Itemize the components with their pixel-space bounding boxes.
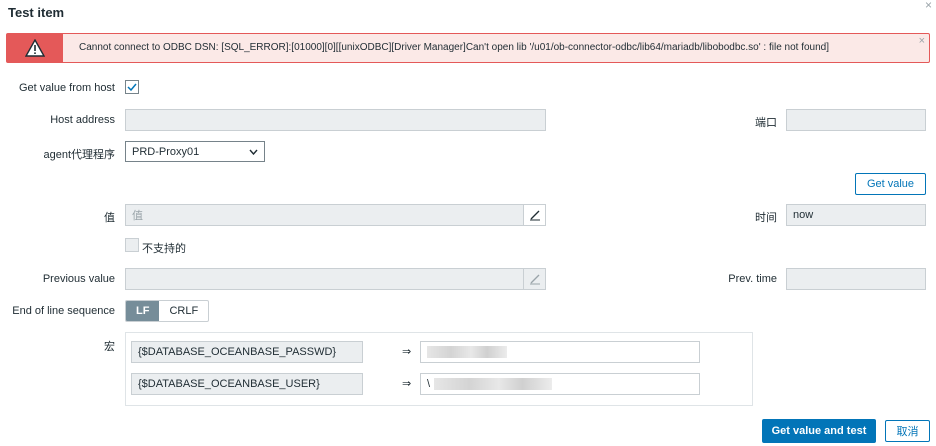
not-supported-checkbox[interactable] [125, 238, 139, 252]
eol-segmented-control: LF CRLF [125, 300, 210, 322]
prev-time-input [786, 268, 926, 290]
value-label: 值 [104, 212, 115, 224]
dialog-title: Test item [8, 5, 65, 20]
time-label: 时间 [755, 212, 777, 224]
port-label: 端口 [755, 117, 777, 129]
value-input[interactable]: 值 [125, 204, 546, 226]
previous-value-label: Previous value [42, 273, 115, 285]
chevron-down-icon [249, 149, 258, 155]
pencil-icon [529, 210, 540, 221]
host-address-label: Host address [50, 114, 115, 126]
eol-option-crlf[interactable]: CRLF [159, 301, 208, 321]
macro-value-input[interactable]: \ [420, 373, 700, 395]
pencil-icon [529, 274, 540, 285]
macro-arrow: ⇒ [402, 346, 412, 358]
eol-label: End of line sequence [12, 305, 115, 317]
port-input[interactable] [786, 109, 926, 131]
macro-value-input[interactable] [420, 341, 700, 363]
error-message: Cannot connect to ODBC DSN: [SQL_ERROR]:… [79, 42, 830, 53]
macro-arrow: ⇒ [402, 378, 412, 390]
macros-label: 宏 [104, 341, 115, 353]
proxy-selected-value: PRD-Proxy01 [132, 145, 200, 158]
previous-value-input [125, 268, 546, 290]
dialog-close-icon[interactable]: × [925, 0, 932, 11]
proxy-label: agent代理程序 [43, 149, 115, 161]
get-value-and-test-button[interactable]: Get value and test [762, 419, 876, 443]
redacted-value [427, 346, 507, 358]
macro-name-input: {$DATABASE_OCEANBASE_USER} [131, 373, 363, 395]
get-value-button[interactable]: Get value [855, 173, 926, 195]
not-supported-label: 不支持的 [142, 243, 186, 255]
value-placeholder: 值 [132, 210, 143, 222]
error-close-icon[interactable]: × [919, 35, 925, 47]
error-icon-box [7, 34, 63, 62]
time-input[interactable]: now [786, 204, 926, 226]
eol-option-lf[interactable]: LF [126, 301, 160, 321]
get-value-from-host-label: Get value from host [19, 82, 115, 94]
value-edit-button[interactable] [523, 205, 545, 225]
cancel-button[interactable]: 取消 [885, 420, 930, 442]
redacted-value [434, 378, 553, 390]
prev-time-label: Prev. time [728, 273, 777, 285]
get-value-from-host-checkbox[interactable] [125, 80, 139, 94]
error-banner: Cannot connect to ODBC DSN: [SQL_ERROR]:… [6, 33, 930, 63]
macro-name-input: {$DATABASE_OCEANBASE_PASSWD} [131, 341, 363, 363]
host-address-input[interactable] [125, 109, 546, 131]
checkmark-icon [127, 83, 137, 91]
warning-icon [25, 39, 45, 57]
proxy-select[interactable]: PRD-Proxy01 [125, 141, 265, 162]
previous-value-edit-button [523, 269, 545, 289]
